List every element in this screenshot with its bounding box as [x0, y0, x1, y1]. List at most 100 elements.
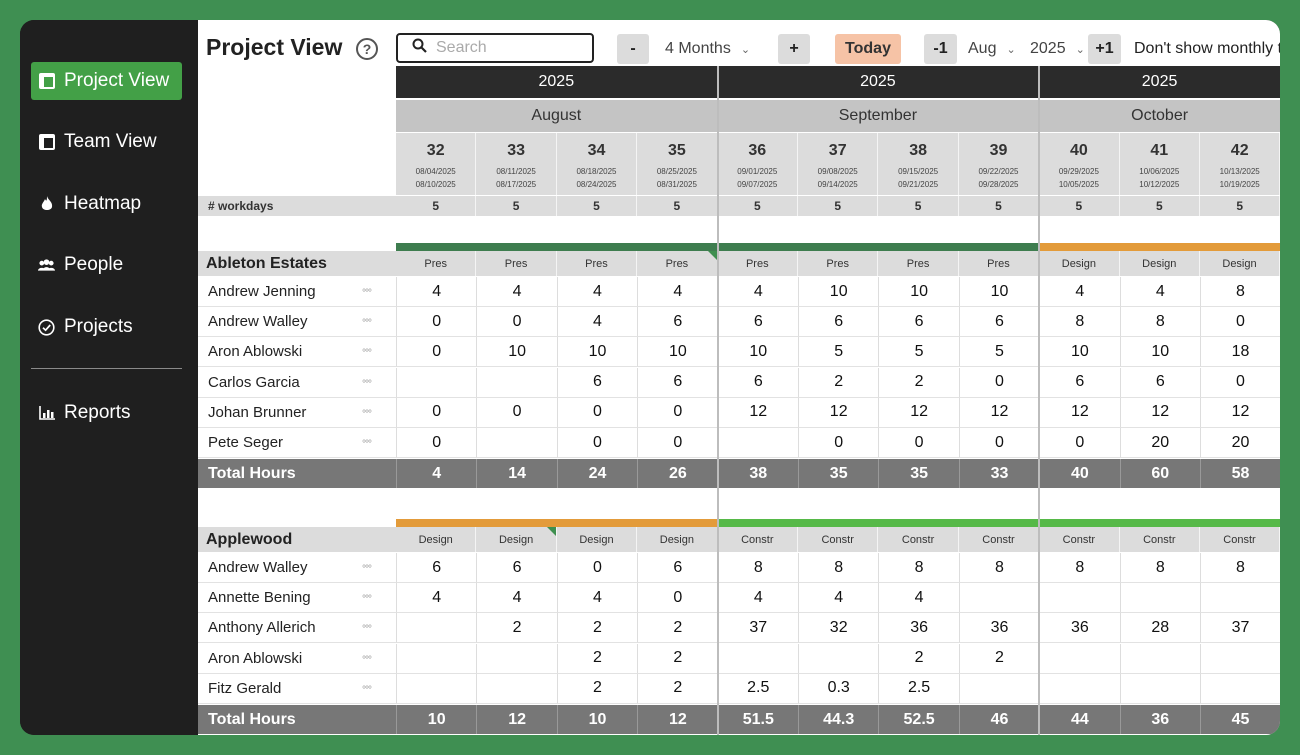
hours-cell[interactable]: 20 — [1119, 428, 1200, 458]
person-name[interactable]: Aron Ablowski °°° — [198, 643, 396, 674]
hours-cell[interactable] — [1039, 583, 1120, 614]
hours-cell[interactable]: 36 — [878, 613, 959, 644]
hours-cell[interactable]: 4 — [717, 583, 798, 614]
hours-cell[interactable]: 0 — [476, 397, 557, 428]
more-options-icon[interactable]: °°° — [362, 379, 372, 390]
hours-cell[interactable]: 6 — [556, 367, 638, 398]
hours-cell[interactable]: 5 — [958, 337, 1040, 368]
hours-cell[interactable]: 12 — [1039, 397, 1120, 428]
hours-cell[interactable]: 6 — [1039, 367, 1120, 398]
hours-cell[interactable]: 36 — [958, 613, 1040, 644]
more-options-icon[interactable]: °°° — [362, 439, 372, 450]
more-options-icon[interactable]: °°° — [362, 288, 372, 299]
hours-cell[interactable] — [396, 613, 477, 644]
hours-cell[interactable]: 4 — [798, 583, 879, 614]
hours-cell[interactable]: 4 — [717, 277, 798, 307]
person-name[interactable]: Andrew Walley °°° — [198, 307, 396, 338]
hours-cell[interactable]: 2.5 — [717, 673, 798, 704]
hours-cell[interactable]: 8 — [878, 553, 959, 583]
hours-cell[interactable] — [1119, 673, 1200, 704]
comment-flag-icon[interactable] — [546, 527, 556, 536]
hours-cell[interactable]: 0 — [958, 428, 1040, 458]
hours-cell[interactable]: 0 — [1039, 428, 1120, 458]
more-options-icon[interactable]: °°° — [362, 624, 372, 635]
hours-cell[interactable]: 2 — [637, 673, 718, 704]
hours-cell[interactable] — [1039, 673, 1120, 704]
hours-cell[interactable] — [1200, 643, 1280, 674]
hours-cell[interactable]: 4 — [396, 583, 477, 614]
hours-cell[interactable]: 0 — [637, 428, 718, 458]
today-button[interactable]: Today — [835, 34, 901, 64]
hours-cell[interactable] — [717, 428, 798, 458]
hours-cell[interactable] — [396, 673, 477, 704]
hours-cell[interactable]: 0 — [556, 553, 638, 583]
project-name[interactable]: Applewood — [198, 527, 396, 552]
hours-cell[interactable]: 0 — [396, 337, 477, 368]
person-name[interactable]: Johan Brunner °°° — [198, 397, 396, 428]
person-name[interactable]: Carlos Garcia °°° — [198, 367, 396, 398]
hours-cell[interactable]: 0.3 — [798, 673, 879, 704]
hours-cell[interactable]: 0 — [1200, 307, 1280, 338]
hours-cell[interactable] — [1200, 673, 1280, 704]
more-options-icon[interactable]: °°° — [362, 318, 372, 329]
person-name[interactable]: Fitz Gerald °°° — [198, 673, 396, 704]
hours-cell[interactable]: 37 — [717, 613, 798, 644]
hours-cell[interactable]: 2 — [878, 367, 959, 398]
hours-cell[interactable]: 5 — [798, 337, 879, 368]
hours-cell[interactable] — [476, 643, 557, 674]
hours-cell[interactable]: 6 — [717, 367, 798, 398]
hours-cell[interactable]: 8 — [798, 553, 879, 583]
hours-cell[interactable] — [476, 428, 557, 458]
more-options-icon[interactable]: °°° — [362, 348, 372, 359]
hours-cell[interactable]: 0 — [396, 307, 477, 338]
hours-cell[interactable]: 5 — [878, 337, 959, 368]
hours-cell[interactable]: 12 — [798, 397, 879, 428]
hours-cell[interactable]: 0 — [396, 397, 477, 428]
hours-cell[interactable]: 10 — [1119, 337, 1200, 368]
hours-cell[interactable] — [476, 673, 557, 704]
hours-cell[interactable]: 0 — [1200, 367, 1280, 398]
hours-cell[interactable]: 2.5 — [878, 673, 959, 704]
hours-cell[interactable]: 4 — [556, 277, 638, 307]
hours-cell[interactable]: 10 — [1039, 337, 1120, 368]
hours-cell[interactable]: 6 — [878, 307, 959, 338]
hours-cell[interactable]: 4 — [556, 583, 638, 614]
zoom-out-button[interactable]: - — [617, 34, 649, 64]
sidebar-item-projects[interactable]: Projects — [31, 308, 182, 346]
hours-cell[interactable]: 6 — [396, 553, 477, 583]
hours-cell[interactable]: 6 — [637, 307, 718, 338]
hours-cell[interactable]: 2 — [958, 643, 1040, 674]
hours-cell[interactable] — [1119, 643, 1200, 674]
hours-cell[interactable] — [717, 643, 798, 674]
hours-cell[interactable]: 2 — [878, 643, 959, 674]
hours-cell[interactable]: 4 — [878, 583, 959, 614]
help-icon[interactable]: ? — [356, 38, 378, 60]
hours-cell[interactable]: 0 — [958, 367, 1040, 398]
hours-cell[interactable]: 10 — [717, 337, 798, 368]
hours-cell[interactable]: 8 — [958, 553, 1040, 583]
range-select[interactable]: 4 Months ⌄ — [665, 34, 750, 64]
hours-cell[interactable]: 10 — [878, 277, 959, 307]
hours-cell[interactable] — [798, 643, 879, 674]
hours-cell[interactable]: 0 — [637, 583, 718, 614]
sidebar-item-project-view[interactable]: Project View — [31, 62, 182, 100]
hours-cell[interactable]: 8 — [1039, 553, 1120, 583]
hours-cell[interactable]: 0 — [556, 428, 638, 458]
hours-cell[interactable]: 37 — [1200, 613, 1280, 644]
hours-cell[interactable]: 10 — [476, 337, 557, 368]
sidebar-item-heatmap[interactable]: Heatmap — [31, 185, 182, 223]
hours-cell[interactable]: 8 — [1200, 277, 1280, 307]
hours-cell[interactable]: 28 — [1119, 613, 1200, 644]
hours-cell[interactable]: 18 — [1200, 337, 1280, 368]
hours-cell[interactable] — [396, 643, 477, 674]
hours-cell[interactable]: 2 — [556, 643, 638, 674]
hours-cell[interactable]: 6 — [958, 307, 1040, 338]
hours-cell[interactable]: 8 — [1119, 307, 1200, 338]
hours-cell[interactable]: 12 — [878, 397, 959, 428]
hours-cell[interactable]: 20 — [1200, 428, 1280, 458]
hours-cell[interactable]: 36 — [1039, 613, 1120, 644]
hours-cell[interactable]: 12 — [1119, 397, 1200, 428]
person-name[interactable]: Aron Ablowski °°° — [198, 337, 396, 368]
hours-cell[interactable]: 4 — [556, 307, 638, 338]
month-select[interactable]: Aug ⌄ — [968, 34, 1016, 64]
